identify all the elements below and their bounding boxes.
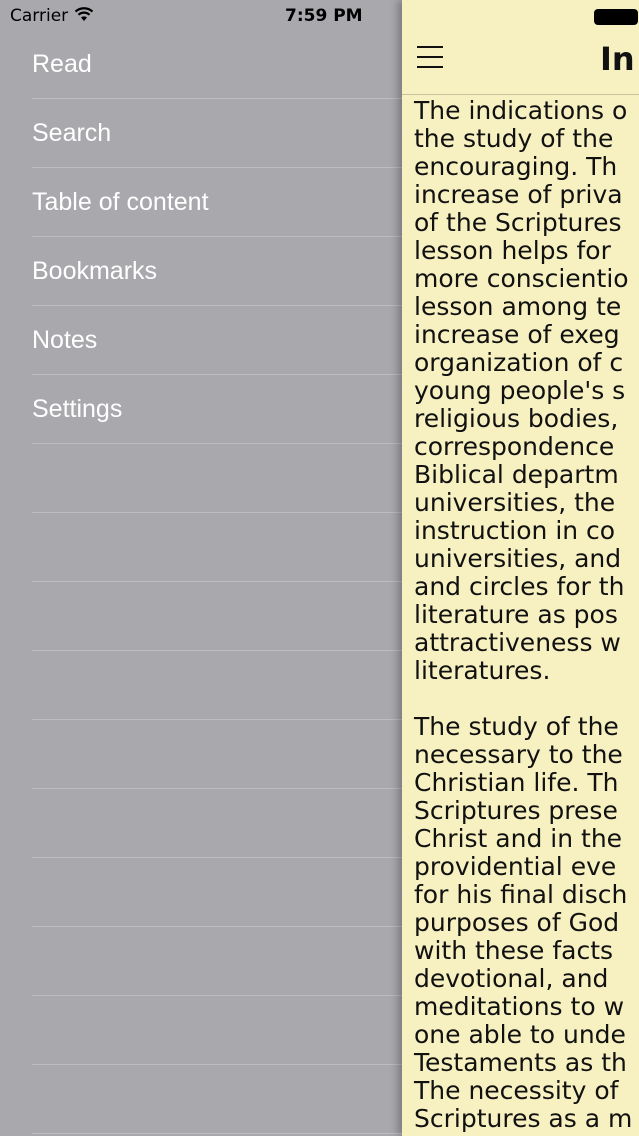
text-line: providential eve bbox=[414, 852, 617, 881]
text-line: young people's s bbox=[414, 376, 626, 405]
paragraph-2: The study of the necessary to the Christia… bbox=[414, 713, 639, 1136]
text-line: with these facts bbox=[414, 936, 614, 965]
text-line: The necessity of bbox=[414, 1076, 619, 1105]
text-line: increase of priva bbox=[414, 180, 623, 209]
menu-empty-row bbox=[32, 789, 402, 858]
menu-item-notes[interactable]: Notes bbox=[32, 306, 402, 375]
text-line: instruction in co bbox=[414, 516, 616, 545]
status-time: 7:59 PM bbox=[285, 6, 363, 26]
menu-item-label: Read bbox=[32, 49, 92, 78]
text-line: one able to unde bbox=[414, 1020, 626, 1049]
text-line: more conscientio bbox=[414, 264, 629, 293]
text-line: and circles for th bbox=[414, 572, 625, 601]
hamburger-menu-icon[interactable] bbox=[417, 46, 443, 68]
menu-item-label: Notes bbox=[32, 325, 98, 354]
text-line: Christian life. Th bbox=[414, 768, 619, 797]
reader-panel[interactable]: In The indications o the study of the enco… bbox=[402, 0, 639, 1136]
text-line: of the Scriptures bbox=[414, 208, 622, 237]
text-line: encouraging. Th bbox=[414, 152, 618, 181]
menu-empty-row bbox=[32, 582, 402, 651]
menu-empty-row bbox=[32, 651, 402, 720]
text-line: for his final disch bbox=[414, 880, 628, 909]
menu-item-table-of-content[interactable]: Table of content bbox=[32, 168, 402, 237]
text-line: correspondence bbox=[414, 432, 615, 461]
wifi-icon bbox=[74, 6, 94, 27]
text-line: The study of the bbox=[414, 712, 619, 741]
text-line: religious bodies, bbox=[414, 404, 619, 433]
text-line: Scriptures prese bbox=[414, 796, 618, 825]
side-menu: Read Search Table of content Bookmarks Notes… bbox=[0, 30, 402, 1134]
text-line: literatures. bbox=[414, 656, 551, 685]
text-line: Testaments as th bbox=[414, 1048, 627, 1077]
battery-icon bbox=[594, 9, 638, 25]
text-line: increase of exeg bbox=[414, 320, 620, 349]
menu-empty-row bbox=[32, 858, 402, 927]
reader-text[interactable]: The indications o the study of the encoura… bbox=[414, 97, 639, 1136]
text-line: the study of the bbox=[414, 124, 614, 153]
text-line: Biblical departm bbox=[414, 460, 619, 489]
menu-item-bookmarks[interactable]: Bookmarks bbox=[32, 237, 402, 306]
text-line: universities, and bbox=[414, 544, 622, 573]
menu-item-read[interactable]: Read bbox=[32, 30, 402, 99]
text-line: attractiveness w bbox=[414, 628, 621, 657]
text-line: Scriptures as a m bbox=[414, 1104, 633, 1133]
text-line: lesson helps for bbox=[414, 236, 611, 265]
text-line: meditations to w bbox=[414, 992, 625, 1021]
menu-empty-row bbox=[32, 927, 402, 996]
text-line: lesson among te bbox=[414, 292, 622, 321]
nav-divider bbox=[402, 94, 639, 95]
text-line: The indications o bbox=[414, 96, 628, 125]
menu-item-search[interactable]: Search bbox=[32, 99, 402, 168]
text-line: universities, the bbox=[414, 488, 616, 517]
text-line: organization of c bbox=[414, 348, 624, 377]
menu-item-label: Settings bbox=[32, 394, 123, 423]
menu-empty-row bbox=[32, 996, 402, 1065]
menu-item-label: Search bbox=[32, 118, 112, 147]
menu-empty-row bbox=[32, 444, 402, 513]
status-bar-left: Carrier bbox=[10, 5, 94, 27]
menu-item-label: Table of content bbox=[32, 187, 209, 216]
reader-nav-bar: In bbox=[402, 0, 639, 94]
text-line: necessary to the bbox=[414, 740, 623, 769]
carrier-label: Carrier bbox=[10, 6, 69, 26]
menu-empty-row bbox=[32, 513, 402, 582]
text-line: purposes of God bbox=[414, 908, 620, 937]
paragraph-1: The indications o the study of the encoura… bbox=[414, 97, 639, 685]
text-line: Christ and in the bbox=[414, 824, 623, 853]
menu-item-label: Bookmarks bbox=[32, 256, 158, 285]
text-line: devotional, and bbox=[414, 964, 609, 993]
page-title: In bbox=[600, 40, 635, 78]
menu-empty-row bbox=[32, 1065, 402, 1134]
menu-item-settings[interactable]: Settings bbox=[32, 375, 402, 444]
text-line: literature as pos bbox=[414, 600, 618, 629]
menu-empty-row bbox=[32, 720, 402, 789]
